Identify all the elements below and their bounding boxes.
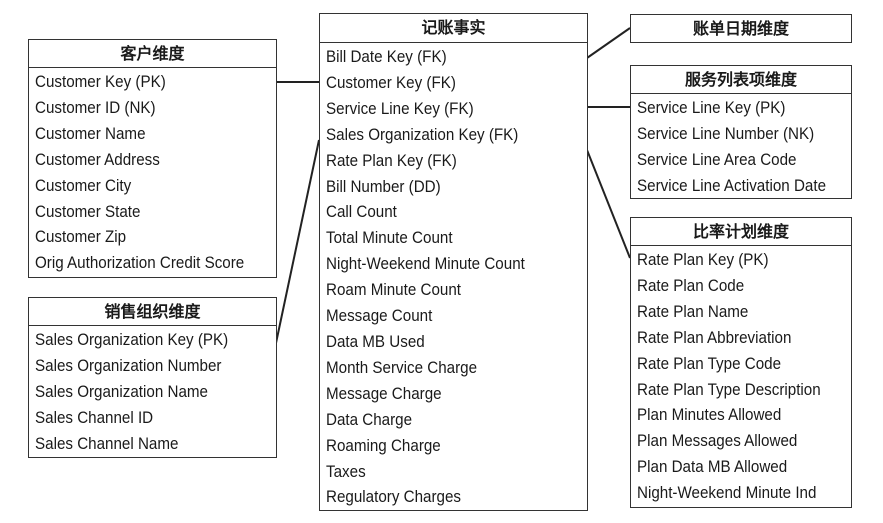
sales-org-dimension-fields: Sales Organization Key (PK) Sales Organiz… [29, 326, 276, 458]
field-row: Plan Messages Allowed [637, 432, 798, 451]
field-row: Data MB Used [326, 332, 425, 351]
field-row: Message Charge [326, 384, 442, 403]
service-line-dimension-fields: Service Line Key (PK) Service Line Number… [631, 94, 851, 200]
field-row: Rate Plan Abbreviation [637, 328, 792, 347]
sales-org-dimension-title: 销售组织维度 [29, 298, 276, 326]
field-row: Bill Number (DD) [326, 177, 441, 196]
rate-plan-dimension-fields: Rate Plan Key (PK) Rate Plan Code Rate Pla… [631, 246, 851, 507]
field-row: Rate Plan Type Description [637, 380, 821, 399]
customer-dimension-table: 客户维度 Customer Key (PK) Customer ID (NK) Cu… [28, 39, 277, 278]
link-sales-org-to-fact [275, 139, 320, 344]
field-row: Customer Key (FK) [326, 73, 456, 92]
field-row: Sales Organization Key (FK) [326, 125, 519, 144]
field-row: Regulatory Charges [326, 488, 462, 507]
fact-table: 记账事实 Bill Date Key (FK) Customer Key (FK)… [319, 13, 588, 511]
field-row: Customer ID (NK) [35, 98, 156, 117]
field-row: Customer Key (PK) [35, 73, 166, 91]
bill-date-dimension-table: 账单日期维度 [630, 14, 852, 43]
field-row: Bill Date Key (FK) [326, 48, 447, 66]
field-row: Rate Plan Name [637, 302, 749, 321]
field-row: Customer Name [35, 124, 146, 143]
field-row: Data Charge [326, 410, 413, 429]
fact-table-title: 记账事实 [320, 14, 587, 43]
field-row: Month Service Charge [326, 358, 478, 377]
field-row: Plan Minutes Allowed [637, 406, 782, 425]
service-line-dimension-table: 服务列表项维度 Service Line Key (PK) Service Lin… [630, 65, 852, 199]
field-row: Night-Weekend Minute Count [326, 255, 525, 274]
field-row: Service Line Activation Date [637, 176, 827, 195]
field-row: Message Count [326, 307, 433, 326]
field-row: Rate Plan Key (PK) [637, 251, 769, 269]
field-row: Sales Channel ID [35, 408, 154, 427]
customer-dimension-fields: Customer Key (PK) Customer ID (NK) Custome… [29, 68, 276, 277]
field-row: Sales Organization Key (PK) [35, 331, 229, 349]
field-row: Rate Plan Code [637, 276, 745, 295]
field-row: Customer Address [35, 150, 160, 169]
customer-dimension-title: 客户维度 [29, 40, 276, 68]
field-row: Sales Channel Name [35, 434, 179, 453]
service-line-dimension-title: 服务列表项维度 [631, 66, 851, 94]
field-row: Night-Weekend Minute Ind [637, 484, 817, 503]
field-row: Customer State [35, 202, 141, 221]
field-row: Service Line Key (FK) [326, 99, 474, 118]
field-row: Call Count [326, 203, 397, 222]
field-row: Service Line Area Code [637, 150, 797, 169]
field-row: Service Line Number (NK) [637, 124, 815, 143]
field-row: Service Line Key (PK) [637, 99, 786, 117]
field-row: Rate Plan Type Code [637, 354, 782, 373]
field-row: Customer City [35, 176, 132, 195]
field-row: Orig Authorization Credit Score [35, 254, 245, 273]
link-rate-plan-to-fact [586, 149, 631, 259]
sales-org-dimension-table: 销售组织维度 Sales Organization Key (PK) Sales … [28, 297, 277, 458]
field-row: Taxes [326, 462, 366, 481]
field-row: Sales Organization Number [35, 356, 222, 375]
rate-plan-dimension-title: 比率计划维度 [631, 218, 851, 246]
field-row: Plan Data MB Allowed [637, 458, 788, 477]
fact-table-fields: Bill Date Key (FK) Customer Key (FK) Servi… [320, 43, 587, 511]
field-row: Roaming Charge [326, 436, 441, 455]
field-row: Rate Plan Key (FK) [326, 151, 457, 170]
bill-date-dimension-title: 账单日期维度 [692, 19, 789, 38]
rate-plan-dimension-table: 比率计划维度 Rate Plan Key (PK) Rate Plan Code R… [630, 217, 852, 508]
link-bill-date-to-fact [586, 27, 631, 59]
field-row: Roam Minute Count [326, 281, 462, 300]
field-row: Total Minute Count [326, 229, 453, 248]
field-row: Sales Organization Name [35, 382, 208, 401]
field-row: Customer Zip [35, 228, 127, 247]
